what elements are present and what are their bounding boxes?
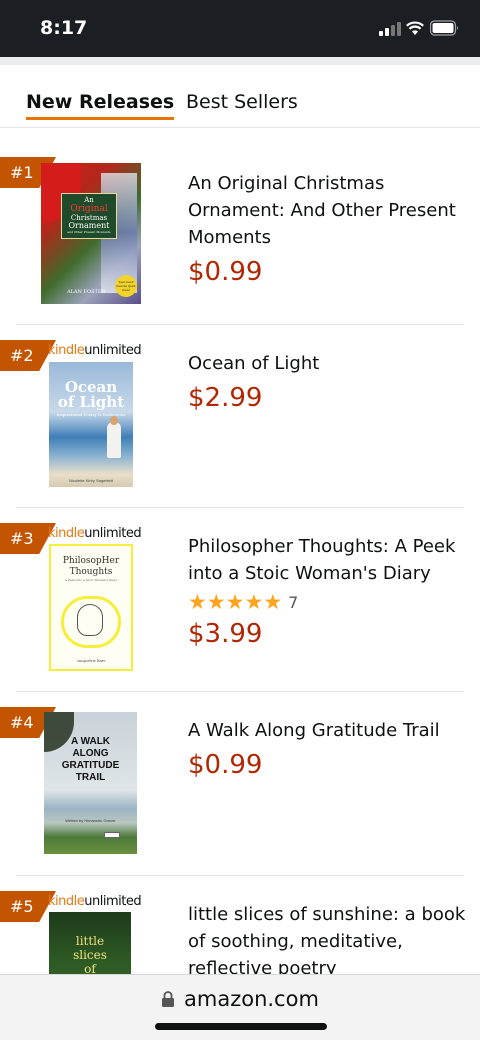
book-cover[interactable]: An Original Christmas Ornament and Other… xyxy=(41,163,141,304)
cover-text: Ornament xyxy=(68,221,110,230)
status-bar: 8:17 xyxy=(0,0,480,57)
home-indicator[interactable] xyxy=(155,1023,327,1030)
cover-text: TRAIL xyxy=(75,772,106,783)
cover-author: Jacqueline Baer xyxy=(76,658,106,663)
book-title-block: An Original Christmas Ornament: And Othe… xyxy=(188,170,468,286)
book-cover[interactable]: A WALK ALONG GRATITUDE TRAIL Written by … xyxy=(44,712,137,854)
cover-author: Nicolette Kirby Sagefeldt xyxy=(69,478,113,483)
cover-text: GRATITUDE xyxy=(61,760,120,771)
star-rating[interactable]: ★ ★ ★ ★ ★ 7 xyxy=(188,591,468,613)
wifi-icon xyxy=(406,21,424,35)
cover-text: of Light xyxy=(57,393,125,411)
book-price: $0.99 xyxy=(188,750,263,780)
kindle-unlimited-logo: kindleunlimited xyxy=(48,526,142,541)
list-item[interactable]: #3 kindleunlimited PhilosopHer Thoughts … xyxy=(0,508,464,692)
star-icon: ★ xyxy=(225,590,245,614)
book-title[interactable]: A Walk Along Gratitude Trail xyxy=(188,717,468,744)
unlimited-label: unlimited xyxy=(84,526,142,541)
cover-author: Written by Himanshu Grover xyxy=(65,818,116,823)
star-icon: ★ xyxy=(263,590,283,614)
cover-text: slices xyxy=(73,948,107,962)
star-icon: ★ xyxy=(206,590,226,614)
list-item[interactable]: #4 A WALK ALONG GRATITUDE TRAIL Written … xyxy=(0,692,464,876)
cover-text: A WALK xyxy=(70,736,111,747)
cover-text: little xyxy=(75,934,105,948)
book-title-block: A Walk Along Gratitude Trail $0.99 xyxy=(188,717,468,779)
url-bar[interactable]: amazon.com xyxy=(0,974,480,1040)
star-icon: ★ xyxy=(244,590,264,614)
book-title[interactable]: Ocean of Light xyxy=(188,350,468,377)
star-icon: ★ xyxy=(188,590,207,614)
book-price: $3.99 xyxy=(188,619,263,649)
cellular-signal-icon xyxy=(379,22,403,36)
rating-count: 7 xyxy=(288,592,299,612)
kindle-unlimited-logo: kindleunlimited xyxy=(48,894,142,909)
kindle-label: kindle xyxy=(48,526,85,541)
book-price: $2.99 xyxy=(188,383,263,413)
book-price: $0.99 xyxy=(188,257,263,287)
lock-icon xyxy=(162,991,174,1007)
cover-text: ALONG xyxy=(72,748,109,759)
book-title-block: Ocean of Light $2.99 xyxy=(188,350,468,412)
book-cover[interactable]: Ocean of Light Inspirational Poetry & Re… xyxy=(49,362,133,487)
url-text[interactable]: amazon.com xyxy=(184,987,319,1011)
kindle-label: kindle xyxy=(48,894,85,909)
battery-icon xyxy=(430,20,458,36)
list-item[interactable]: #2 kindleunlimited Ocean of Light Inspir… xyxy=(0,325,464,508)
kindle-unlimited-logo: kindleunlimited xyxy=(48,343,142,358)
cover-text: PhilosopHer xyxy=(62,556,120,566)
kindle-label: kindle xyxy=(48,343,85,358)
cover-badge: "Feel Good" Favorite Quick Read xyxy=(115,275,137,297)
book-title[interactable]: little slices of sunshine: a book of soo… xyxy=(188,901,468,974)
tab-best-sellers[interactable]: Best Sellers xyxy=(186,91,298,113)
book-title-block: little slices of sunshine: a book of soo… xyxy=(188,901,468,974)
cover-author: ALAN FOSTER xyxy=(67,289,106,295)
book-title[interactable]: An Original Christmas Ornament: And Othe… xyxy=(188,170,468,251)
list-item[interactable]: #1 An Original Christmas Ornament and Ot… xyxy=(0,129,464,325)
unlimited-label: unlimited xyxy=(84,894,142,909)
cover-text: and Other Present Moments xyxy=(67,230,111,234)
book-title-block: Philosopher Thoughts: A Peek into a Stoi… xyxy=(188,533,468,648)
tab-new-releases[interactable]: New Releases xyxy=(26,91,175,120)
book-cover[interactable]: PhilosopHer Thoughts A Peek into a Stoic… xyxy=(49,544,133,671)
portrait-illustration xyxy=(77,604,103,636)
status-time: 8:17 xyxy=(40,17,88,39)
cover-text: of xyxy=(84,962,96,974)
cover-text: An xyxy=(84,196,94,204)
cover-text: Original xyxy=(70,204,108,214)
cover-text: Thoughts xyxy=(69,567,113,577)
unlimited-label: unlimited xyxy=(84,343,142,358)
book-list: #1 An Original Christmas Ornament and Ot… xyxy=(0,129,480,974)
book-cover[interactable]: little slices of xyxy=(49,912,131,974)
list-item[interactable]: #5 kindleunlimited little slices of litt… xyxy=(0,876,465,974)
cover-text: A Peek into a Stoic Woman's Diary xyxy=(64,578,118,582)
book-title[interactable]: Philosopher Thoughts: A Peek into a Stoi… xyxy=(188,533,468,587)
tab-bar: New Releases Best Sellers xyxy=(0,57,480,128)
cover-text: Inspirational Poetry & Reflections xyxy=(56,412,126,417)
